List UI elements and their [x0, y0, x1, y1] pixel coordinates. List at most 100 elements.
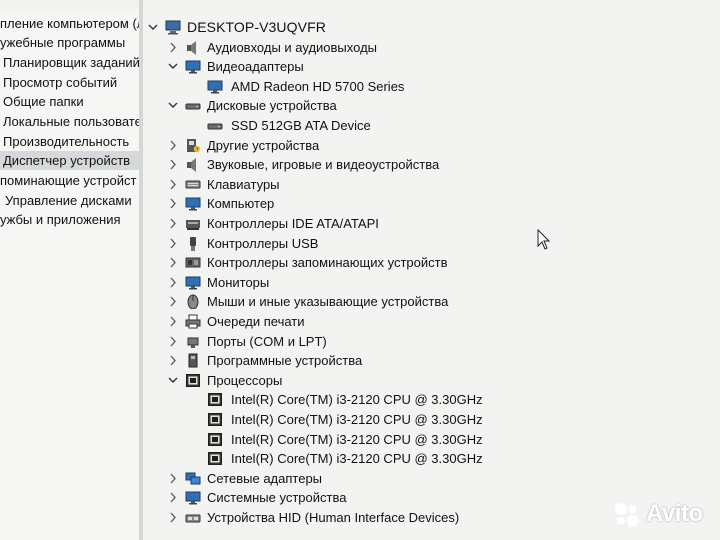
chevron-right-icon[interactable]: [167, 194, 179, 213]
processor-icon: [207, 412, 223, 427]
left-item-computer-management[interactable]: пление компьютером (л: [0, 14, 140, 33]
left-item-performance[interactable]: Производительность: [3, 132, 129, 151]
tree-item-label: Intel(R) Core(TM) i3-2120 CPU @ 3.30GHz: [231, 411, 483, 427]
avito-logo-icon: [615, 503, 639, 527]
console-tree-pane: пление компьютером (л ужебные программы …: [0, 12, 140, 540]
processor-icon: [207, 392, 223, 407]
tree-item-label: Порты (COM и LPT): [207, 333, 327, 349]
tree-item-label: Очереди печати: [207, 313, 305, 329]
chevron-down-icon[interactable]: [167, 57, 179, 76]
network-adapter-icon: [185, 471, 201, 486]
tree-item-label: Контроллеры USB: [207, 235, 319, 251]
chevron-down-icon[interactable]: [167, 371, 179, 390]
tree-item-label: Intel(R) Core(TM) i3-2120 CPU @ 3.30GHz: [231, 431, 483, 447]
tree-item-label: AMD Radeon HD 5700 Series: [231, 78, 405, 94]
left-item-label: Локальные пользовате: [3, 114, 140, 129]
tree-item-label: Intel(R) Core(TM) i3-2120 CPU @ 3.30GHz: [231, 451, 483, 467]
tree-item-label: Процессоры: [207, 372, 283, 388]
chevron-right-icon[interactable]: [167, 38, 179, 57]
tree-item-label: Видеоадаптеры: [207, 59, 304, 75]
tree-item-label: Звуковые, игровые и видеоустройства: [207, 157, 440, 173]
monitor-icon: [185, 196, 201, 211]
speaker-icon: [185, 40, 201, 55]
tree-item-label: Контроллеры IDE ATA/ATAPI: [207, 215, 379, 231]
speaker-icon: [185, 157, 201, 173]
chevron-right-icon[interactable]: [167, 175, 179, 194]
usb-icon: [185, 236, 201, 251]
chevron-right-icon[interactable]: [167, 234, 179, 253]
chevron-right-icon[interactable]: [167, 312, 179, 331]
ide-controller-icon: [185, 216, 201, 231]
chevron-right-icon[interactable]: [167, 155, 179, 174]
chevron-right-icon[interactable]: [167, 136, 179, 155]
chevron-right-icon[interactable]: [167, 332, 179, 351]
left-item-label: поминающие устройст: [0, 173, 137, 188]
left-item-storage[interactable]: поминающие устройст: [0, 171, 136, 190]
chevron-right-icon[interactable]: [167, 292, 179, 311]
left-item-label: ужбы и приложения: [0, 212, 121, 227]
chevron-down-icon[interactable]: [167, 96, 179, 115]
left-item-services-and-apps[interactable]: ужбы и приложения: [0, 210, 121, 229]
tree-item-label: Дисковые устройства: [207, 98, 337, 114]
computer-icon: [165, 20, 181, 35]
hid-icon: [185, 510, 201, 525]
left-item-label: Управление дисками: [5, 193, 132, 208]
keyboard-icon: [185, 177, 201, 192]
tree-item-label: Устройства HID (Human Interface Devices): [207, 509, 460, 525]
tree-item-label: Программные устройства: [207, 353, 363, 369]
tree-root-label: DESKTOP-V3UQVFR: [187, 19, 326, 35]
left-item-label: Просмотр событий: [3, 75, 118, 90]
unknown-device-icon: ?: [185, 138, 201, 153]
device-tree: DESKTOP-V3UQVFR Аудиовходы и аудиовыходы…: [143, 12, 720, 540]
left-item-label: пление компьютером (л: [0, 16, 140, 31]
monitor-icon: [185, 275, 201, 290]
left-item-label: Планировщик заданий: [3, 55, 140, 70]
mouse-cursor-icon: [537, 229, 551, 250]
display-adapter-icon: [207, 79, 223, 94]
left-item-event-viewer[interactable]: Просмотр событий: [3, 73, 117, 92]
left-item-disk-management[interactable]: Управление дисками: [5, 191, 132, 210]
left-item-shared-folders[interactable]: Общие папки: [3, 92, 84, 111]
left-item-device-manager[interactable]: Диспетчер устройств: [0, 151, 139, 170]
tree-item-label: Контроллеры запоминающих устройств: [207, 255, 448, 271]
disk-drive-icon: [185, 98, 201, 113]
chevron-right-icon[interactable]: [167, 351, 179, 370]
left-item-local-users[interactable]: Локальные пользовате: [3, 112, 140, 131]
left-item-task-scheduler[interactable]: Планировщик заданий: [3, 53, 140, 72]
left-item-label: Диспетчер устройств: [3, 153, 131, 168]
chevron-right-icon[interactable]: [167, 508, 179, 527]
chevron-right-icon[interactable]: [167, 214, 179, 233]
left-item-label: ужебные программы: [0, 35, 126, 50]
software-device-icon: [185, 353, 201, 368]
storage-controller-icon: [185, 255, 201, 270]
avito-watermark: Avito: [612, 500, 712, 530]
monitor-icon: [185, 59, 201, 74]
left-item-label: Производительность: [3, 134, 130, 149]
tree-item-label: Мониторы: [207, 274, 270, 290]
tree-item-label: SSD 512GB ATA Device: [231, 117, 371, 133]
chevron-right-icon[interactable]: [167, 469, 179, 488]
tree-item-label: Системные устройства: [207, 490, 347, 506]
left-item-label: Общие папки: [3, 94, 84, 109]
tree-item-label: Другие устройства: [207, 137, 320, 153]
mouse-icon: [185, 294, 201, 310]
tree-item-label: Intel(R) Core(TM) i3-2120 CPU @ 3.30GHz: [231, 392, 483, 408]
printer-icon: [185, 314, 201, 329]
port-icon: [185, 334, 201, 349]
tree-item-label: Аудиовходы и аудиовыходы: [207, 39, 377, 55]
left-item-system-tools[interactable]: ужебные программы: [0, 33, 125, 52]
tree-item-label: Сетевые адаптеры: [207, 470, 323, 486]
processor-icon: [207, 451, 223, 466]
device-manager-window: пление компьютером (л ужебные программы …: [0, 0, 720, 540]
svg-text:?: ?: [196, 147, 199, 153]
tree-item-label: Компьютер: [207, 196, 275, 212]
system-device-icon: [185, 490, 201, 505]
chevron-right-icon[interactable]: [167, 253, 179, 272]
chevron-right-icon[interactable]: [167, 488, 179, 507]
tree-item-label: Клавиатуры: [207, 176, 280, 192]
disk-drive-icon: [207, 118, 223, 133]
chevron-right-icon[interactable]: [167, 273, 179, 292]
tree-item-label: Мыши и иные указывающие устройства: [207, 294, 449, 310]
watermark-text: Avito: [646, 500, 703, 527]
chevron-down-icon[interactable]: [147, 18, 159, 37]
